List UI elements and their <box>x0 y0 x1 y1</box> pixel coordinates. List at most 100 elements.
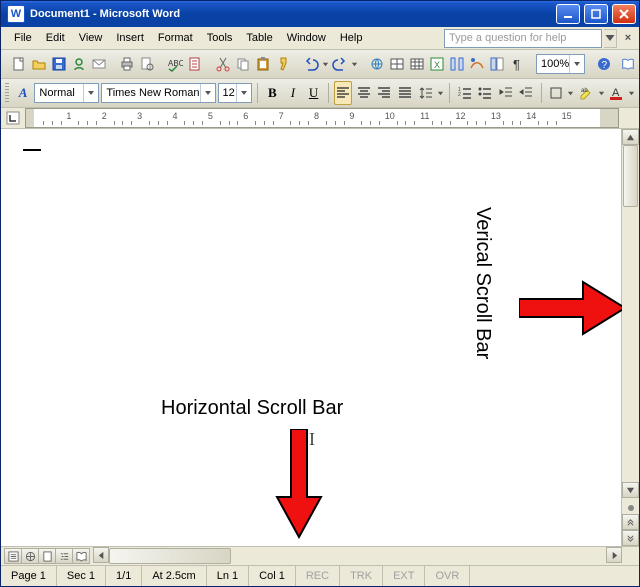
reading-layout-view-button[interactable] <box>72 548 90 564</box>
vertical-scrollbar[interactable] <box>621 129 639 546</box>
print-preview-button[interactable] <box>138 52 156 76</box>
status-bar: Page 1 Sec 1 1/1 At 2.5cm Ln 1 Col 1 REC… <box>1 566 639 586</box>
maximize-button[interactable] <box>584 4 608 24</box>
menu-table[interactable]: Table <box>239 30 279 46</box>
borders-dropdown[interactable] <box>567 82 575 104</box>
horizontal-scrollbar[interactable] <box>93 547 622 565</box>
save-button[interactable] <box>50 52 68 76</box>
highlight-button[interactable]: ab <box>577 81 596 105</box>
menu-window[interactable]: Window <box>280 30 333 46</box>
menu-file[interactable]: File <box>7 30 39 46</box>
borders-button[interactable] <box>547 81 566 105</box>
zoom-combo[interactable]: 100% <box>536 54 585 74</box>
menu-insert[interactable]: Insert <box>109 30 151 46</box>
bullets-button[interactable] <box>476 81 495 105</box>
open-button[interactable] <box>30 52 48 76</box>
select-browse-object-button[interactable] <box>622 502 639 514</box>
toolbar-grip[interactable] <box>5 83 9 103</box>
styles-pane-button[interactable]: A <box>14 81 33 105</box>
status-trk[interactable]: TRK <box>340 566 383 586</box>
scroll-down-button[interactable] <box>622 482 639 498</box>
numbering-button[interactable]: 12 <box>455 81 474 105</box>
window-title: Document1 - Microsoft Word <box>30 8 333 20</box>
horizontal-ruler[interactable]: 123456789101112131415 <box>25 108 619 128</box>
print-button[interactable] <box>118 52 136 76</box>
align-left-button[interactable] <box>334 81 353 105</box>
italic-button[interactable]: I <box>284 81 303 105</box>
cut-button[interactable] <box>214 52 232 76</box>
redo-button[interactable] <box>331 52 349 76</box>
line-spacing-dropdown[interactable] <box>437 82 445 104</box>
vscroll-thumb[interactable] <box>623 145 638 207</box>
status-ovr[interactable]: OVR <box>425 566 470 586</box>
undo-button[interactable] <box>302 52 320 76</box>
menu-view[interactable]: View <box>72 30 110 46</box>
font-color-button[interactable]: A <box>607 81 626 105</box>
scroll-up-button[interactable] <box>622 129 639 145</box>
excel-button[interactable]: X <box>428 52 446 76</box>
hyperlink-button[interactable] <box>368 52 386 76</box>
vscroll-track[interactable] <box>622 145 639 482</box>
hscroll-track[interactable] <box>109 547 606 565</box>
highlight-dropdown[interactable] <box>597 82 605 104</box>
close-button[interactable] <box>612 4 636 24</box>
underline-button[interactable]: U <box>304 81 323 105</box>
permission-button[interactable] <box>70 52 88 76</box>
new-doc-button[interactable] <box>10 52 28 76</box>
drawing-button[interactable] <box>468 52 486 76</box>
font-combo[interactable]: Times New Roman <box>101 83 215 103</box>
align-center-button[interactable] <box>354 81 373 105</box>
help-search-dropdown[interactable] <box>604 29 617 48</box>
justify-button[interactable] <box>396 81 415 105</box>
spelling-button[interactable]: ABC <box>166 52 184 76</box>
ruler-number: 4 <box>173 111 178 121</box>
format-painter-button[interactable] <box>274 52 292 76</box>
tables-borders-button[interactable] <box>388 52 406 76</box>
menu-edit[interactable]: Edit <box>39 30 72 46</box>
ruler-number: 11 <box>420 111 429 121</box>
book-icon <box>621 57 635 71</box>
insert-table-button[interactable] <box>408 52 426 76</box>
decrease-indent-button[interactable] <box>496 81 515 105</box>
show-hide-button[interactable]: ¶ <box>508 52 526 76</box>
minimize-button[interactable] <box>556 4 580 24</box>
status-ext[interactable]: EXT <box>383 566 425 586</box>
line-spacing-button[interactable] <box>416 81 435 105</box>
document-page[interactable]: Horizontal Scroll Bar Verical Scroll Bar… <box>1 129 621 546</box>
menu-format[interactable]: Format <box>151 30 200 46</box>
menu-help[interactable]: Help <box>333 30 370 46</box>
font-color-dropdown[interactable] <box>628 82 636 104</box>
chevron-down-icon <box>236 84 251 102</box>
redo-dropdown[interactable] <box>351 53 358 75</box>
normal-view-button[interactable] <box>4 548 22 564</box>
font-size-value: 12 <box>223 87 237 99</box>
style-combo[interactable]: Normal <box>34 83 99 103</box>
copy-button[interactable] <box>234 52 252 76</box>
help-search-input[interactable]: Type a question for help <box>444 29 602 48</box>
columns-button[interactable] <box>448 52 466 76</box>
next-page-button[interactable] <box>622 530 639 546</box>
prev-page-button[interactable] <box>622 514 639 530</box>
undo-dropdown[interactable] <box>322 53 329 75</box>
increase-indent-button[interactable] <box>517 81 536 105</box>
hscroll-thumb[interactable] <box>109 548 231 564</box>
status-rec[interactable]: REC <box>296 566 340 586</box>
doc-map-button[interactable] <box>488 52 506 76</box>
align-right-button[interactable] <box>375 81 394 105</box>
outline-view-button[interactable] <box>55 548 73 564</box>
tab-selector[interactable] <box>1 108 25 128</box>
font-size-combo[interactable]: 12 <box>218 83 253 103</box>
help-button[interactable]: ? <box>595 52 613 76</box>
web-layout-view-button[interactable] <box>21 548 39 564</box>
bold-button[interactable]: B <box>263 81 282 105</box>
research-button[interactable] <box>186 52 204 76</box>
ruler-number: 8 <box>314 111 319 121</box>
scroll-right-button[interactable] <box>606 547 622 563</box>
read-button[interactable]: Read <box>615 52 640 76</box>
menu-tools[interactable]: Tools <box>200 30 240 46</box>
email-button[interactable] <box>90 52 108 76</box>
print-layout-view-button[interactable] <box>38 548 56 564</box>
document-close-button[interactable]: × <box>621 31 635 45</box>
paste-button[interactable] <box>254 52 272 76</box>
scroll-left-button[interactable] <box>93 547 109 563</box>
